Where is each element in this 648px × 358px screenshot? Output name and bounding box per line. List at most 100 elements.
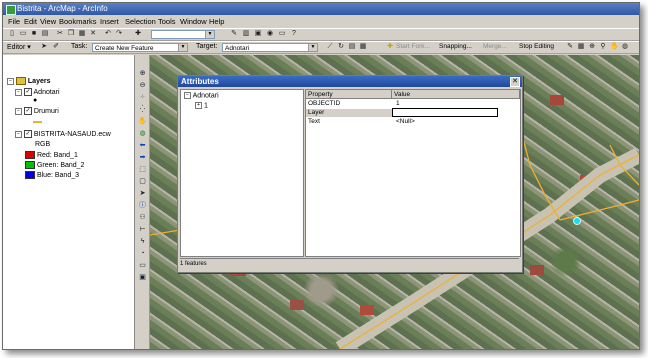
select-elements-icon[interactable]: ➤ — [138, 189, 147, 198]
sketch-properties-icon[interactable]: ▦ — [358, 42, 368, 52]
visibility-checkbox[interactable]: ✓ — [23, 107, 32, 115]
band-red: Red: Band_1 — [25, 151, 78, 159]
dialog-title: Attributes — [181, 77, 219, 86]
menu-file[interactable]: File — [8, 17, 20, 26]
back-extent-icon[interactable]: ⬅ — [138, 141, 147, 150]
editor-menu[interactable]: Editor ▾ — [7, 43, 31, 51]
measure-icon[interactable]: ⊢ — [138, 225, 147, 234]
stop-editing-button[interactable]: Stop Editing — [519, 43, 554, 50]
collapse-icon[interactable]: − — [15, 130, 22, 138]
attributes-tool-icon[interactable]: ▤ — [347, 42, 357, 52]
task-dropdown[interactable]: Create New Feature ▼ — [92, 43, 188, 52]
data-view-icon[interactable]: ▣ — [138, 273, 147, 282]
open-folder-icon[interactable]: ▭ — [18, 29, 28, 39]
globe-icon[interactable]: ◍ — [620, 42, 630, 52]
blue-swatch-icon[interactable] — [25, 171, 35, 179]
edit-tool-icon[interactable]: ➤ — [39, 42, 49, 52]
forward-extent-icon[interactable]: ➡ — [138, 153, 147, 162]
delete-icon[interactable]: ✕ — [88, 29, 98, 39]
hyperlink-icon[interactable]: ϟ — [138, 237, 147, 246]
green-swatch-icon[interactable] — [25, 161, 35, 169]
paste-icon[interactable]: ▦ — [77, 29, 87, 39]
scale-dropdown[interactable]: ▼ — [151, 30, 215, 39]
column-header-value[interactable]: Value — [392, 90, 520, 99]
collapse-icon[interactable]: − — [15, 107, 22, 115]
print-icon[interactable]: ▤ — [40, 29, 50, 39]
value-cell[interactable]: 1 — [396, 100, 400, 108]
help-icon[interactable]: ? — [289, 29, 299, 39]
full-extent-icon[interactable]: ◍ — [138, 129, 147, 138]
band-value: Band_1 — [53, 151, 78, 159]
point-symbol-icon[interactable]: ● — [33, 97, 37, 104]
cut-icon[interactable]: ✂ — [55, 29, 65, 39]
hyperlink-icon[interactable]: ⚲ — [598, 42, 608, 52]
tree-root[interactable]: − Adnotari — [184, 92, 219, 99]
line-symbol-icon[interactable] — [33, 121, 42, 123]
layout-view-icon[interactable]: ▭ — [138, 261, 147, 270]
undo-icon[interactable]: ↶ — [103, 29, 113, 39]
dialog-title-bar[interactable]: Attributes ✕ — [178, 76, 522, 87]
red-swatch-icon[interactable] — [25, 151, 35, 159]
layer-adnotari[interactable]: − ✓ Adnotari — [15, 88, 60, 96]
time-slider-icon[interactable]: ◔ — [138, 249, 147, 258]
menu-selection[interactable]: Selection — [125, 17, 156, 26]
editor-toolbar-icon[interactable]: ✎ — [229, 29, 239, 39]
snapping-button[interactable]: Snapping... — [439, 43, 472, 50]
zoom-icon[interactable]: ⊕ — [587, 42, 597, 52]
visibility-checkbox[interactable]: ✓ — [23, 130, 32, 138]
expand-icon[interactable]: + — [195, 102, 202, 109]
building — [360, 305, 374, 315]
column-header-property[interactable]: Property — [306, 90, 392, 99]
select-features-icon[interactable]: ⬚ — [138, 165, 147, 174]
zoom-out-icon[interactable]: ⊖ — [138, 81, 147, 90]
sketch-tool-icon[interactable]: ✐ — [51, 42, 61, 52]
layer-drumuri[interactable]: − ✓ Drumuri — [15, 107, 59, 115]
fixed-zoom-in-icon[interactable]: ⁘ — [138, 93, 147, 102]
model-builder-icon[interactable]: ◉ — [265, 29, 275, 39]
value-edit-field[interactable] — [392, 108, 498, 117]
menu-tools[interactable]: Tools — [158, 17, 176, 26]
edit-pencil-icon[interactable]: ✎ — [565, 42, 575, 52]
collapse-icon[interactable]: − — [184, 92, 191, 99]
building — [290, 300, 304, 310]
tree-child[interactable]: + 1 — [195, 102, 208, 109]
menu-view[interactable]: View — [40, 17, 56, 26]
zoom-in-icon[interactable]: ⊕ — [138, 69, 147, 78]
menu-help[interactable]: Help — [209, 17, 224, 26]
merge-button[interactable]: Merge... — [483, 43, 507, 50]
redo-icon[interactable]: ↷ — [114, 29, 124, 39]
collapse-icon[interactable]: − — [7, 77, 14, 85]
layer-bistrita[interactable]: − ✓ BISTRITA-NASAUD.ecw — [15, 130, 111, 138]
target-dropdown[interactable]: Adnotari ▼ — [222, 43, 318, 52]
selected-point[interactable] — [573, 217, 581, 225]
pan-icon[interactable]: ✋ — [138, 117, 147, 126]
split-tool-icon[interactable]: ⟋ — [325, 42, 335, 52]
visibility-checkbox[interactable]: ✓ — [23, 88, 32, 96]
new-document-icon[interactable]: ▯ — [7, 29, 17, 39]
menu-insert[interactable]: Insert — [100, 17, 119, 26]
find-binoculars-icon[interactable]: ⚇ — [138, 213, 147, 222]
menu-edit[interactable]: Edit — [24, 17, 37, 26]
pan-hand-icon[interactable]: ✋ — [609, 42, 619, 52]
add-data-icon[interactable]: ✚ — [133, 29, 143, 39]
start-fork-button[interactable]: Start Fork... — [396, 43, 430, 50]
copy-icon[interactable]: ❐ — [66, 29, 76, 39]
collapse-icon[interactable]: − — [15, 88, 22, 96]
close-icon[interactable]: ✕ — [510, 77, 520, 87]
table-icon[interactable]: ▦ — [576, 42, 586, 52]
layers-root[interactable]: − Layers — [7, 77, 50, 85]
value-cell[interactable]: <Null> — [396, 118, 415, 126]
menu-bookmarks[interactable]: Bookmarks — [59, 17, 97, 26]
clear-selection-icon[interactable]: ▢ — [138, 177, 147, 186]
identify-icon[interactable]: ⓘ — [138, 201, 147, 210]
table-of-contents: − Layers − ✓ Adnotari ● − ✓ Drumuri − ✓ … — [3, 55, 135, 349]
command-line-icon[interactable]: ▭ — [277, 29, 287, 39]
building — [530, 265, 544, 275]
menu-window[interactable]: Window — [180, 17, 207, 26]
arctoolbox-icon[interactable]: ▣ — [253, 29, 263, 39]
save-icon[interactable]: ■ — [29, 29, 39, 39]
rotate-tool-icon[interactable]: ↻ — [336, 42, 346, 52]
start-fork-icon[interactable]: ✚ — [385, 42, 395, 52]
arccatalog-icon[interactable]: ▥ — [241, 29, 251, 39]
fixed-zoom-out-icon[interactable]: ⁛ — [138, 105, 147, 114]
